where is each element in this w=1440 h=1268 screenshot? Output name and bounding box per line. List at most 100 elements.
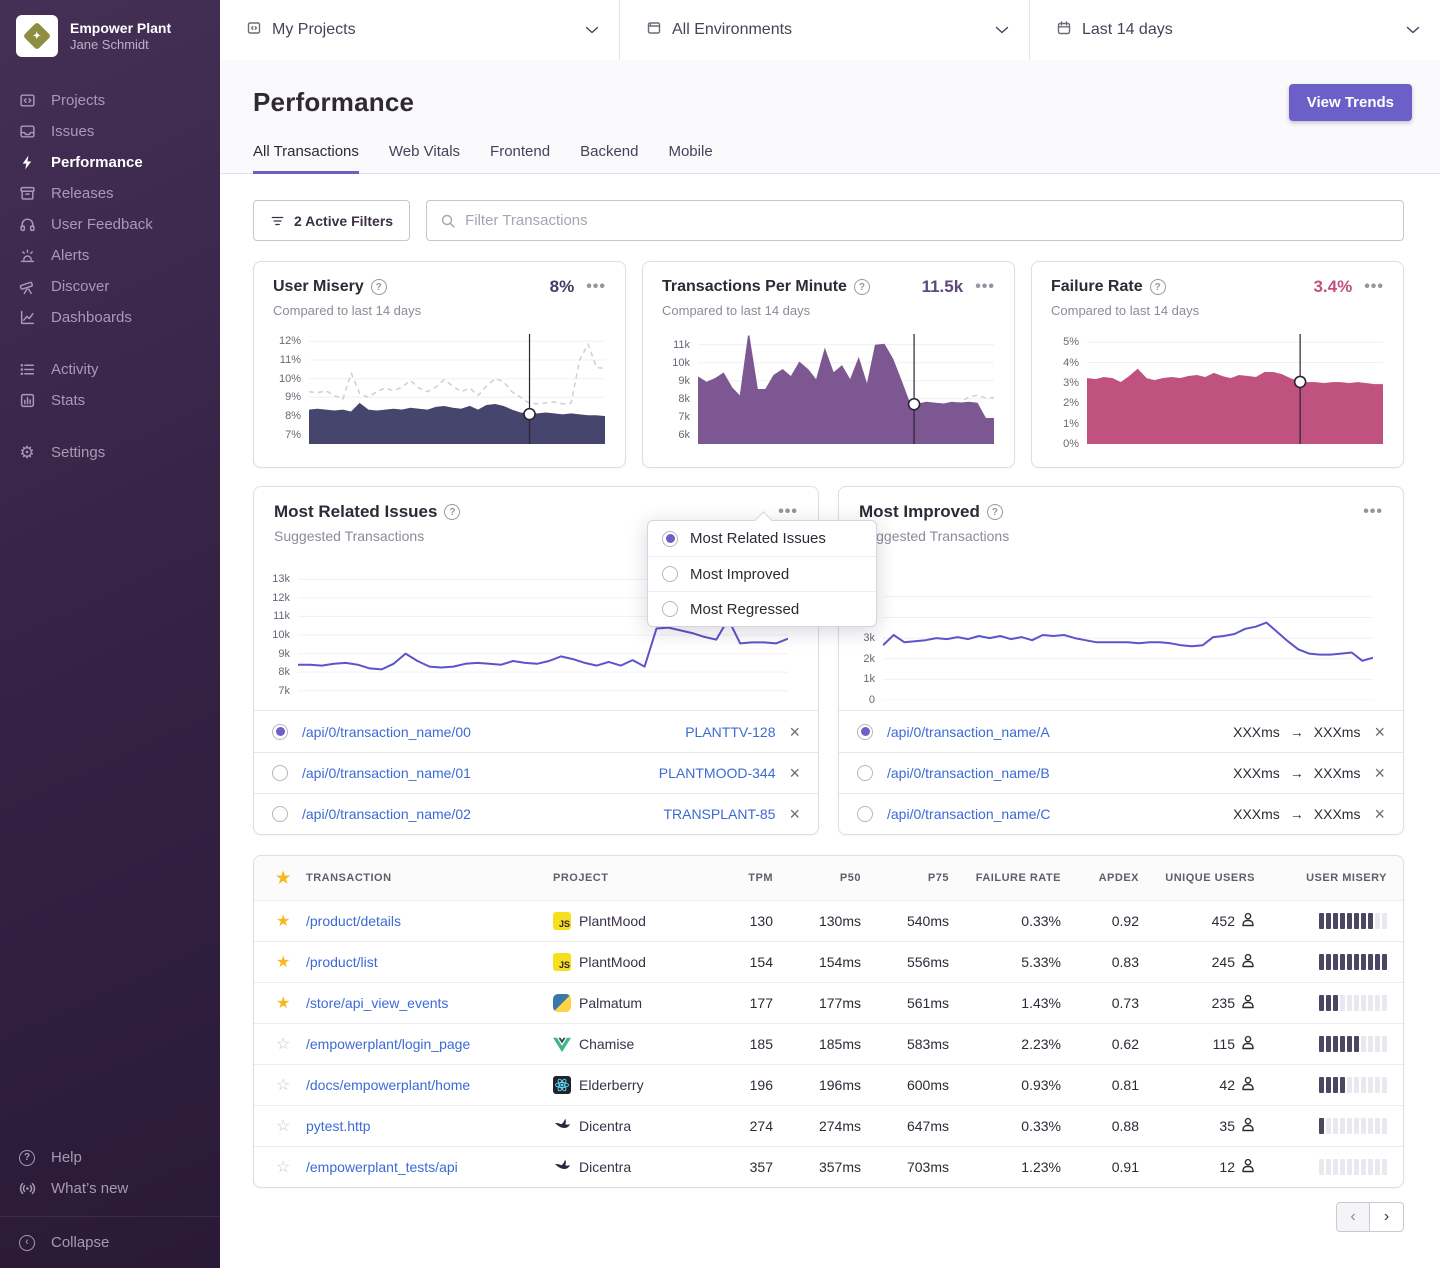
column-header-failure-rate[interactable]: FAILURE RATE [949, 872, 1061, 884]
panel-menu-button[interactable]: ••• [778, 503, 798, 521]
topbar-selector-all-environments[interactable]: All Environments [620, 0, 1030, 60]
radio-button[interactable] [272, 765, 288, 781]
transaction-link[interactable]: /api/0/transaction_name/02 [302, 806, 471, 822]
star-icon[interactable]: ☆ [254, 1157, 306, 1177]
column-header-project[interactable]: PROJECT [553, 872, 703, 884]
radio-button[interactable] [662, 566, 678, 582]
column-header-tpm[interactable]: TPM [703, 872, 773, 884]
project-cell[interactable]: JSPlantMood [553, 953, 703, 971]
project-name: PlantMood [579, 913, 646, 929]
radio-button[interactable] [857, 765, 873, 781]
help-circle-icon[interactable]: ? [371, 279, 387, 295]
help-circle-icon[interactable]: ? [444, 504, 460, 520]
org-switcher[interactable]: ✦ Empower Plant Jane Schmidt [0, 0, 220, 79]
topbar-selector-label: My Projects [272, 21, 575, 39]
tab-all-transactions[interactable]: All Transactions [253, 143, 359, 174]
column-header-user-misery[interactable]: USER MISERY [1255, 872, 1387, 884]
topbar-selector-last-14-days[interactable]: Last 14 days [1030, 0, 1440, 60]
column-header-unique-users[interactable]: UNIQUE USERS [1139, 872, 1255, 884]
metric-menu-button[interactable]: ••• [586, 278, 606, 296]
radio-button[interactable] [662, 601, 678, 617]
transaction-link[interactable]: /product/details [306, 913, 553, 929]
sidebar-item-stats[interactable]: Stats [0, 385, 220, 416]
project-cell[interactable]: JSPlantMood [553, 912, 703, 930]
radio-button[interactable] [662, 531, 678, 547]
help-circle-icon[interactable]: ? [987, 504, 1003, 520]
star-icon[interactable]: ☆ [254, 1034, 306, 1054]
star-icon[interactable]: ★ [254, 952, 306, 972]
transaction-link[interactable]: /store/api_view_events [306, 995, 553, 1011]
transaction-link[interactable]: /api/0/transaction_name/01 [302, 765, 471, 781]
sidebar-item-what-s-new[interactable]: What’s new [0, 1173, 220, 1204]
transaction-link[interactable]: /docs/empowerplant/home [306, 1077, 553, 1093]
topbar-selector-my-projects[interactable]: My Projects [220, 0, 620, 60]
column-header-p50[interactable]: P50 [773, 872, 861, 884]
sidebar-item-user-feedback[interactable]: User Feedback [0, 209, 220, 240]
close-icon[interactable]: × [1374, 764, 1385, 782]
sidebar-item-performance[interactable]: Performance [0, 147, 220, 178]
menu-item-most-improved[interactable]: Most Improved [648, 556, 876, 591]
sidebar-item-discover[interactable]: Discover [0, 271, 220, 302]
close-icon[interactable]: × [1374, 805, 1385, 823]
transaction-link[interactable]: pytest.http [306, 1118, 553, 1134]
transaction-link[interactable]: /api/0/transaction_name/00 [302, 724, 471, 740]
sidebar-item-issues[interactable]: Issues [0, 116, 220, 147]
transaction-link[interactable]: /api/0/transaction_name/A [887, 724, 1050, 740]
radio-button[interactable] [272, 806, 288, 822]
project-cell[interactable]: Dicentra [553, 1117, 703, 1135]
active-filters-button[interactable]: 2 Active Filters [253, 200, 410, 241]
column-header-transaction[interactable]: TRANSACTION [306, 872, 553, 884]
issue-link[interactable]: PLANTMOOD-344 [659, 765, 776, 781]
issue-link[interactable]: TRANSPLANT-85 [663, 806, 775, 822]
radio-button[interactable] [272, 724, 288, 740]
transaction-link[interactable]: /api/0/transaction_name/B [887, 765, 1050, 781]
column-header-p75[interactable]: P75 [861, 872, 949, 884]
sidebar-item-help[interactable]: ?Help [0, 1142, 220, 1173]
issue-link[interactable]: PLANTTV-128 [685, 724, 775, 740]
sidebar-item-alerts[interactable]: Alerts [0, 240, 220, 271]
sidebar-item-activity[interactable]: Activity [0, 354, 220, 385]
star-icon[interactable]: ★ [254, 911, 306, 931]
filter-transactions-input[interactable] [465, 212, 1390, 229]
metric-menu-button[interactable]: ••• [975, 278, 995, 296]
project-cell[interactable]: Elderberry [553, 1076, 703, 1094]
tab-mobile[interactable]: Mobile [668, 143, 712, 174]
star-icon[interactable]: ★ [254, 993, 306, 1013]
close-icon[interactable]: × [1374, 723, 1385, 741]
star-icon[interactable]: ★ [254, 868, 306, 888]
transaction-link[interactable]: /empowerplant_tests/api [306, 1159, 553, 1175]
transaction-link[interactable]: /product/list [306, 954, 553, 970]
project-cell[interactable]: Palmatum [553, 994, 703, 1012]
tab-web-vitals[interactable]: Web Vitals [389, 143, 460, 174]
star-icon[interactable]: ☆ [254, 1075, 306, 1095]
radio-button[interactable] [857, 724, 873, 740]
tab-frontend[interactable]: Frontend [490, 143, 550, 174]
sidebar-item-dashboards[interactable]: Dashboards [0, 302, 220, 333]
transaction-link[interactable]: /api/0/transaction_name/C [887, 806, 1050, 822]
panel-menu-button[interactable]: ••• [1363, 503, 1383, 521]
close-icon[interactable]: × [789, 805, 800, 823]
help-circle-icon[interactable]: ? [1150, 279, 1166, 295]
tpm-chart [698, 332, 994, 444]
menu-item-most-regressed[interactable]: Most Regressed [648, 591, 876, 626]
next-page-button[interactable]: › [1370, 1202, 1404, 1232]
tab-backend[interactable]: Backend [580, 143, 638, 174]
view-trends-button[interactable]: View Trends [1289, 84, 1412, 121]
menu-item-most-related-issues[interactable]: Most Related Issues [648, 521, 876, 556]
close-icon[interactable]: × [789, 723, 800, 741]
sidebar-collapse-button[interactable]: ‹Collapse [0, 1227, 220, 1258]
project-cell[interactable]: Chamise [553, 1035, 703, 1053]
close-icon[interactable]: × [789, 764, 800, 782]
star-icon[interactable]: ☆ [254, 1116, 306, 1136]
sidebar-item-projects[interactable]: Projects [0, 85, 220, 116]
sidebar-item-releases[interactable]: Releases [0, 178, 220, 209]
radio-button[interactable] [857, 806, 873, 822]
metric-menu-button[interactable]: ••• [1364, 278, 1384, 296]
transaction-link[interactable]: /empowerplant/login_page [306, 1036, 553, 1052]
project-cell[interactable]: Dicentra [553, 1158, 703, 1176]
help-circle-icon[interactable]: ? [854, 279, 870, 295]
sidebar-item-settings[interactable]: ⚙Settings [0, 437, 220, 468]
table-row: ★ /store/api_view_events Palmatum 177 17… [254, 982, 1403, 1023]
previous-page-button[interactable]: ‹ [1336, 1202, 1370, 1232]
column-header-apdex[interactable]: APDEX [1061, 872, 1139, 884]
